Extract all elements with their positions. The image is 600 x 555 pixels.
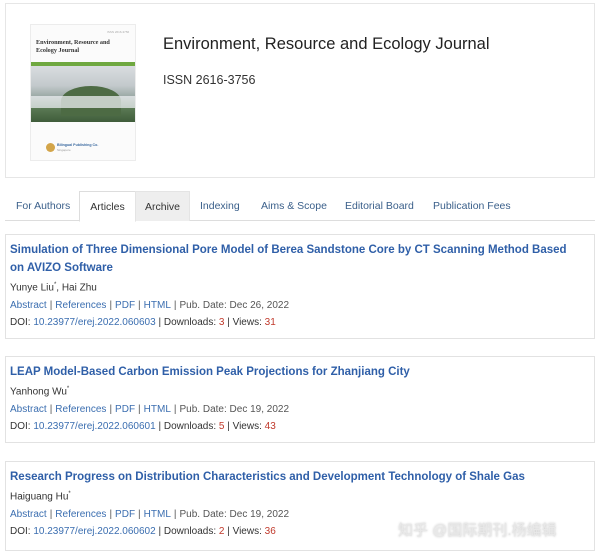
pdf-link[interactable]: PDF [115, 509, 135, 520]
doi-link[interactable]: 10.23977/erej.2022.060602 [33, 526, 155, 537]
tab-editorial-board[interactable]: Editorial Board [345, 191, 414, 221]
abstract-link[interactable]: Abstract [10, 404, 47, 415]
tab-articles[interactable]: Articles [79, 191, 136, 222]
views-count: 43 [265, 421, 276, 432]
article-links: Abstract|References|PDF|HTML|Pub. Date: … [10, 300, 289, 311]
article-links: Abstract|References|PDF|HTML|Pub. Date: … [10, 509, 289, 520]
abstract-link[interactable]: Abstract [10, 509, 47, 520]
pub-date: Pub. Date: Dec 19, 2022 [180, 404, 290, 415]
journal-tabs: For Authors Articles Archive Indexing Ai… [5, 191, 595, 221]
article-authors: Haiguang Hu* [10, 491, 71, 502]
html-link[interactable]: HTML [144, 300, 171, 311]
author-name: Yunye Liu [10, 282, 54, 293]
pdf-link[interactable]: PDF [115, 300, 135, 311]
watermark-text: 知乎 @国际期刊.杨编辑 [398, 522, 557, 539]
article-title-link[interactable]: LEAP Model-Based Carbon Emission Peak Pr… [10, 363, 410, 381]
downloads-label: Downloads: [164, 317, 219, 328]
views-count: 31 [265, 317, 276, 328]
html-link[interactable]: HTML [144, 509, 171, 520]
views-label: Views: [233, 317, 265, 328]
cover-publisher: Bilingual Publishing Co. [57, 143, 98, 147]
corresponding-author-mark: * [67, 386, 69, 392]
references-link[interactable]: References [55, 300, 106, 311]
author-name: Haiguang Hu [10, 491, 68, 502]
html-link[interactable]: HTML [144, 404, 171, 415]
pub-date: Pub. Date: Dec 26, 2022 [180, 300, 290, 311]
tab-archive[interactable]: Archive [135, 191, 190, 221]
downloads-label: Downloads: [164, 421, 219, 432]
downloads-label: Downloads: [164, 526, 219, 537]
references-link[interactable]: References [55, 509, 106, 520]
cover-landscape-photo [31, 66, 136, 122]
tab-indexing[interactable]: Indexing [200, 191, 240, 221]
author-name: Yanhong Wu [10, 386, 67, 397]
views-count: 36 [265, 526, 276, 537]
article-card: LEAP Model-Based Carbon Emission Peak Pr… [5, 356, 595, 443]
article-title-line[interactable]: Simulation of Three Dimensional Pore Mod… [10, 244, 567, 256]
doi-link[interactable]: 10.23977/erej.2022.060603 [33, 317, 155, 328]
article-title-link[interactable]: Simulation of Three Dimensional Pore Mod… [10, 241, 590, 277]
article-authors: Yanhong Wu* [10, 386, 69, 397]
article-links: Abstract|References|PDF|HTML|Pub. Date: … [10, 404, 289, 415]
tab-publication-fees[interactable]: Publication Fees [433, 191, 511, 221]
journal-issn: ISSN 2616-3756 [163, 73, 255, 87]
pub-date: Pub. Date: Dec 19, 2022 [180, 509, 290, 520]
tab-aims-scope[interactable]: Aims & Scope [261, 191, 327, 221]
doi-label: DOI: [10, 421, 33, 432]
journal-title: Environment, Resource and Ecology Journa… [163, 35, 490, 54]
views-label: Views: [233, 421, 265, 432]
cover-title: Environment, Resource and Ecology Journa… [36, 39, 132, 55]
journal-header: ISSN 2616-3756 Environment, Resource and… [5, 3, 595, 178]
article-card: Simulation of Three Dimensional Pore Mod… [5, 234, 595, 339]
article-title-line[interactable]: on AVIZO Software [10, 262, 113, 274]
article-doi-row: DOI: 10.23977/erej.2022.060601 | Downloa… [10, 421, 276, 432]
cover-publisher-sub: Singapore [57, 148, 71, 152]
author-name: , Hai Zhu [56, 282, 97, 293]
cover-issn: ISSN 2616-3756 [107, 30, 129, 34]
article-authors: Yunye Liu*, Hai Zhu [10, 282, 97, 293]
views-label: Views: [233, 526, 265, 537]
article-doi-row: DOI: 10.23977/erej.2022.060602 | Downloa… [10, 526, 276, 537]
pdf-link[interactable]: PDF [115, 404, 135, 415]
journal-cover-image[interactable]: ISSN 2616-3756 Environment, Resource and… [30, 24, 136, 161]
article-title-link[interactable]: Research Progress on Distribution Charac… [10, 468, 525, 486]
article-doi-row: DOI: 10.23977/erej.2022.060603 | Downloa… [10, 317, 276, 328]
doi-link[interactable]: 10.23977/erej.2022.060601 [33, 421, 155, 432]
references-link[interactable]: References [55, 404, 106, 415]
corresponding-author-mark: * [68, 491, 70, 497]
publisher-logo-icon [46, 143, 55, 152]
tab-for-authors[interactable]: For Authors [16, 191, 70, 221]
zhihu-watermark: 知乎 @国际期刊.杨编辑 [398, 519, 557, 540]
cover-fog [31, 96, 136, 108]
doi-label: DOI: [10, 526, 33, 537]
doi-label: DOI: [10, 317, 33, 328]
abstract-link[interactable]: Abstract [10, 300, 47, 311]
